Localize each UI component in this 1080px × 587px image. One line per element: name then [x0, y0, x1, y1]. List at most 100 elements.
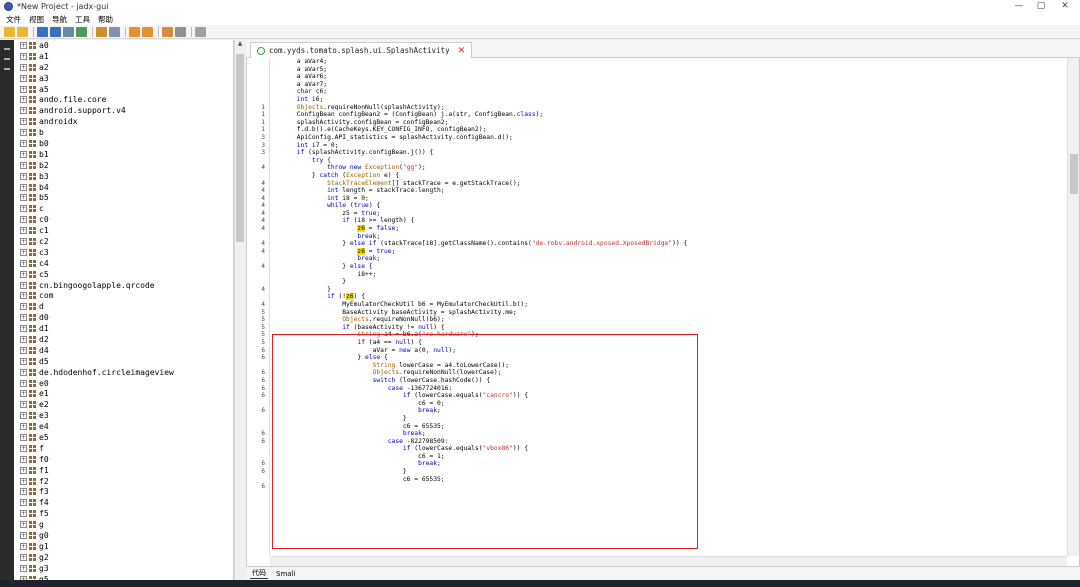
save-icon[interactable] — [37, 26, 48, 37]
tab-code[interactable]: 代码 — [250, 568, 268, 579]
tree-item[interactable]: + b0 — [14, 138, 233, 149]
tree-item[interactable]: + f2 — [14, 476, 233, 487]
expand-icon[interactable]: + — [20, 74, 27, 82]
tree-item[interactable]: + f3 — [14, 487, 233, 498]
close-window-button[interactable]: ✕ — [1050, 0, 1080, 13]
expand-icon[interactable]: + — [20, 292, 27, 300]
tree-item[interactable]: + e1 — [14, 389, 233, 400]
expand-icon[interactable]: + — [20, 183, 27, 191]
tree-item[interactable]: + g3 — [14, 563, 233, 574]
export-icon[interactable] — [63, 26, 74, 37]
code-scroll-thumb[interactable] — [1070, 154, 1078, 194]
close-tab-icon[interactable]: ✕ — [458, 46, 466, 56]
tree-item[interactable]: + b1 — [14, 149, 233, 160]
expand-icon[interactable]: + — [20, 466, 27, 474]
tree-item[interactable]: + g1 — [14, 541, 233, 552]
expand-icon[interactable]: + — [20, 564, 27, 572]
expand-icon[interactable]: + — [20, 129, 27, 137]
tree-item[interactable]: + d5 — [14, 356, 233, 367]
expand-icon[interactable]: + — [20, 118, 27, 126]
tree-item[interactable]: + d4 — [14, 345, 233, 356]
menu-tools[interactable]: 工具 — [75, 14, 90, 25]
tree-scroll-thumb[interactable] — [236, 54, 244, 242]
tree-item[interactable]: + c4 — [14, 258, 233, 269]
tree-item[interactable]: + e3 — [14, 410, 233, 421]
expand-icon[interactable]: + — [20, 390, 27, 398]
tree-item[interactable]: + android.support.v4 — [14, 105, 233, 116]
expand-icon[interactable]: + — [20, 194, 27, 202]
tree-item[interactable]: + d0 — [14, 312, 233, 323]
tree-item[interactable]: + e5 — [14, 432, 233, 443]
open-icon[interactable] — [4, 26, 15, 37]
tree-item[interactable]: + d2 — [14, 334, 233, 345]
expand-icon[interactable]: + — [20, 401, 27, 409]
save-all-icon[interactable] — [50, 26, 61, 37]
expand-icon[interactable]: + — [20, 150, 27, 158]
expand-icon[interactable]: + — [20, 139, 27, 147]
tree-item[interactable]: + d — [14, 301, 233, 312]
tree-item[interactable]: + b4 — [14, 182, 233, 193]
expand-icon[interactable]: + — [20, 161, 27, 169]
expand-icon[interactable]: + — [20, 434, 27, 441]
add-files-icon[interactable] — [17, 26, 28, 37]
tree-item[interactable]: + com — [14, 290, 233, 301]
expand-icon[interactable]: + — [20, 553, 27, 561]
expand-icon[interactable]: + — [20, 237, 27, 245]
expand-icon[interactable]: + — [20, 357, 27, 365]
expand-icon[interactable]: + — [20, 335, 27, 343]
expand-icon[interactable]: + — [20, 227, 27, 235]
tree-item[interactable]: + f1 — [14, 465, 233, 476]
back-icon[interactable] — [129, 26, 140, 37]
tree-item[interactable]: + b2 — [14, 160, 233, 171]
tree-item[interactable]: + b — [14, 127, 233, 138]
tree-item[interactable]: + c1 — [14, 225, 233, 236]
tree-item[interactable]: + g — [14, 519, 233, 530]
expand-icon[interactable]: + — [20, 412, 27, 420]
tree-item[interactable]: + e2 — [14, 399, 233, 410]
expand-icon[interactable]: + — [20, 96, 27, 104]
tree-item[interactable]: + a3 — [14, 73, 233, 84]
tree-item[interactable]: + g2 — [14, 552, 233, 563]
expand-icon[interactable]: + — [20, 510, 27, 518]
expand-icon[interactable]: + — [20, 314, 27, 322]
deobfuscate-icon[interactable] — [162, 26, 173, 37]
expand-icon[interactable]: + — [20, 542, 27, 550]
expand-icon[interactable]: + — [20, 477, 27, 485]
code-scrollbar[interactable] — [1067, 58, 1079, 556]
tree-item[interactable]: + d1 — [14, 323, 233, 334]
tree-item[interactable]: + c0 — [14, 214, 233, 225]
tree-item[interactable]: + f — [14, 443, 233, 454]
expand-icon[interactable]: + — [20, 379, 27, 387]
tree-item[interactable]: + a0 — [14, 40, 233, 51]
menu-help[interactable]: 帮助 — [98, 14, 113, 25]
expand-icon[interactable]: + — [20, 532, 27, 540]
tab-smali[interactable]: Smali — [274, 570, 297, 578]
expand-icon[interactable]: + — [20, 303, 27, 311]
forward-icon[interactable] — [142, 26, 153, 37]
expand-icon[interactable]: + — [20, 521, 27, 529]
code-hscrollbar[interactable] — [270, 556, 1067, 566]
tree-item[interactable]: + e4 — [14, 421, 233, 432]
expand-icon[interactable]: + — [20, 248, 27, 256]
expand-icon[interactable]: + — [20, 325, 27, 333]
tab-splashactivity[interactable]: com.yyds.tomato.splash.ui.SplashActivity… — [250, 42, 473, 58]
tree-item[interactable]: + f5 — [14, 508, 233, 519]
tree-item[interactable]: + de.hdodenhof.circleimageview — [14, 367, 233, 378]
tree-scrollbar[interactable]: ▲ — [234, 40, 244, 587]
tree-item[interactable]: + b5 — [14, 192, 233, 203]
expand-icon[interactable]: + — [20, 499, 27, 507]
tree-item[interactable]: + f0 — [14, 454, 233, 465]
tree-item[interactable]: + c — [14, 203, 233, 214]
search-icon[interactable] — [96, 26, 107, 37]
find-class-icon[interactable] — [109, 26, 120, 37]
tree-item[interactable]: + c2 — [14, 236, 233, 247]
tree-item[interactable]: + g0 — [14, 530, 233, 541]
menu-view[interactable]: 视图 — [29, 14, 44, 25]
expand-icon[interactable]: + — [20, 281, 27, 289]
tree-item[interactable]: + a1 — [14, 51, 233, 62]
expand-icon[interactable]: + — [20, 455, 27, 463]
menu-file[interactable]: 文件 — [6, 14, 21, 25]
expand-icon[interactable]: + — [20, 41, 27, 49]
expand-icon[interactable]: + — [20, 85, 27, 93]
tree-item[interactable]: + a5 — [14, 84, 233, 95]
